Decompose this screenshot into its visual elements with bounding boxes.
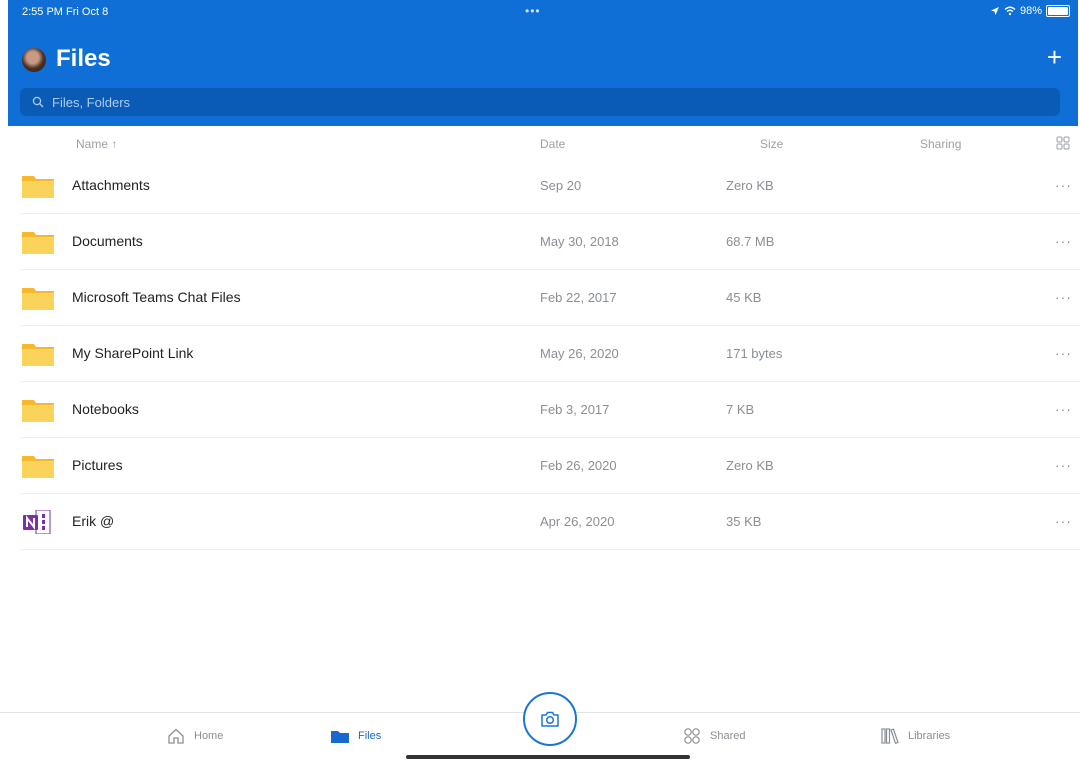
battery-percent: 98% (1019, 5, 1042, 17)
file-row[interactable]: Attachments Sep 20 Zero KB ··· (20, 158, 1080, 214)
multitasking-dots[interactable]: ••• (525, 4, 541, 18)
more-options-button[interactable]: ··· (1055, 382, 1072, 437)
folder-icon (22, 232, 54, 254)
tab-home-label: Home (194, 730, 224, 742)
tab-home[interactable]: Home (166, 714, 223, 758)
folder-icon (22, 288, 54, 310)
file-date: Feb 3, 2017 (540, 402, 610, 417)
more-options-button[interactable]: ··· (1055, 158, 1072, 213)
file-date: Apr 26, 2020 (540, 514, 615, 529)
file-row[interactable]: Erik @ Apr 26, 2020 35 KB ··· (20, 494, 1080, 550)
status-indicators: 98% (990, 5, 1070, 17)
tab-files-label: Files (358, 730, 382, 742)
more-options-button[interactable]: ··· (1055, 438, 1072, 493)
file-size: 68.7 MB (726, 234, 775, 249)
tab-libraries[interactable]: Libraries (880, 714, 950, 758)
wifi-icon (1004, 6, 1016, 16)
file-name: My SharePoint Link (72, 345, 194, 361)
file-size: 45 KB (726, 290, 762, 305)
file-date: May 30, 2018 (540, 234, 619, 249)
file-size: 171 bytes (726, 346, 783, 361)
more-options-button[interactable]: ··· (1055, 270, 1072, 325)
more-options-button[interactable]: ··· (1055, 494, 1072, 549)
file-row[interactable]: Documents May 30, 2018 68.7 MB ··· (20, 214, 1080, 270)
search-input[interactable] (50, 93, 954, 111)
more-options-button[interactable]: ··· (1055, 326, 1072, 381)
tab-shared-label: Shared (710, 730, 746, 742)
home-indicator (406, 755, 690, 759)
home-icon (168, 728, 184, 744)
file-list: Attachments Sep 20 Zero KB ··· Documents May … (20, 158, 1080, 550)
column-header-sharing[interactable]: Sharing (920, 137, 961, 151)
file-size: Zero KB (726, 178, 774, 193)
folder-icon (22, 344, 54, 366)
search-icon (32, 96, 44, 108)
file-name: Documents (72, 233, 143, 249)
file-size: 35 KB (726, 514, 762, 529)
avatar[interactable] (22, 48, 46, 72)
file-date: Feb 22, 2017 (540, 290, 617, 305)
folder-icon (22, 176, 54, 198)
shared-icon (684, 728, 700, 744)
file-date: Sep 20 (540, 178, 582, 193)
battery-icon (1046, 5, 1070, 17)
file-row[interactable]: My SharePoint Link May 26, 2020 171 bytes ·… (20, 326, 1080, 382)
libraries-icon (881, 728, 899, 745)
file-row[interactable]: Notebooks Feb 3, 2017 7 KB ··· (20, 382, 1080, 438)
column-header-size[interactable]: Size (760, 137, 783, 151)
file-date: May 26, 2020 (540, 346, 619, 361)
status-time: 2:55 PM Fri Oct 8 (22, 6, 109, 18)
location-icon (990, 7, 999, 15)
column-header-date[interactable]: Date (540, 137, 565, 151)
file-row[interactable]: Pictures Feb 26, 2020 Zero KB ··· (20, 438, 1080, 494)
column-header-name[interactable]: Name ↑ (76, 137, 117, 151)
file-name: Pictures (72, 457, 123, 473)
file-name: Microsoft Teams Chat Files (72, 289, 241, 305)
file-name: Erik @ (72, 513, 115, 529)
tab-files[interactable]: Files (330, 714, 381, 758)
file-date: Feb 26, 2020 (540, 458, 617, 473)
folder-icon (22, 400, 54, 422)
add-button[interactable]: + (1047, 44, 1062, 70)
file-name: Notebooks (72, 401, 139, 417)
file-row[interactable]: Microsoft Teams Chat Files Feb 22, 2017 45… (20, 270, 1080, 326)
folder-icon (22, 456, 54, 478)
file-name: Attachments (72, 177, 150, 193)
file-size: Zero KB (726, 458, 774, 473)
file-size: 7 KB (726, 402, 755, 417)
tab-shared[interactable]: Shared (682, 714, 745, 758)
search-bar[interactable] (20, 88, 1060, 116)
folder-icon (331, 731, 349, 743)
more-options-button[interactable]: ··· (1055, 214, 1072, 269)
camera-button[interactable] (523, 692, 577, 746)
onenote-icon (23, 510, 51, 534)
camera-icon (541, 711, 559, 727)
grid-view-icon[interactable] (1056, 136, 1070, 150)
page-title: Files (56, 45, 111, 72)
tab-libraries-label: Libraries (908, 730, 951, 742)
